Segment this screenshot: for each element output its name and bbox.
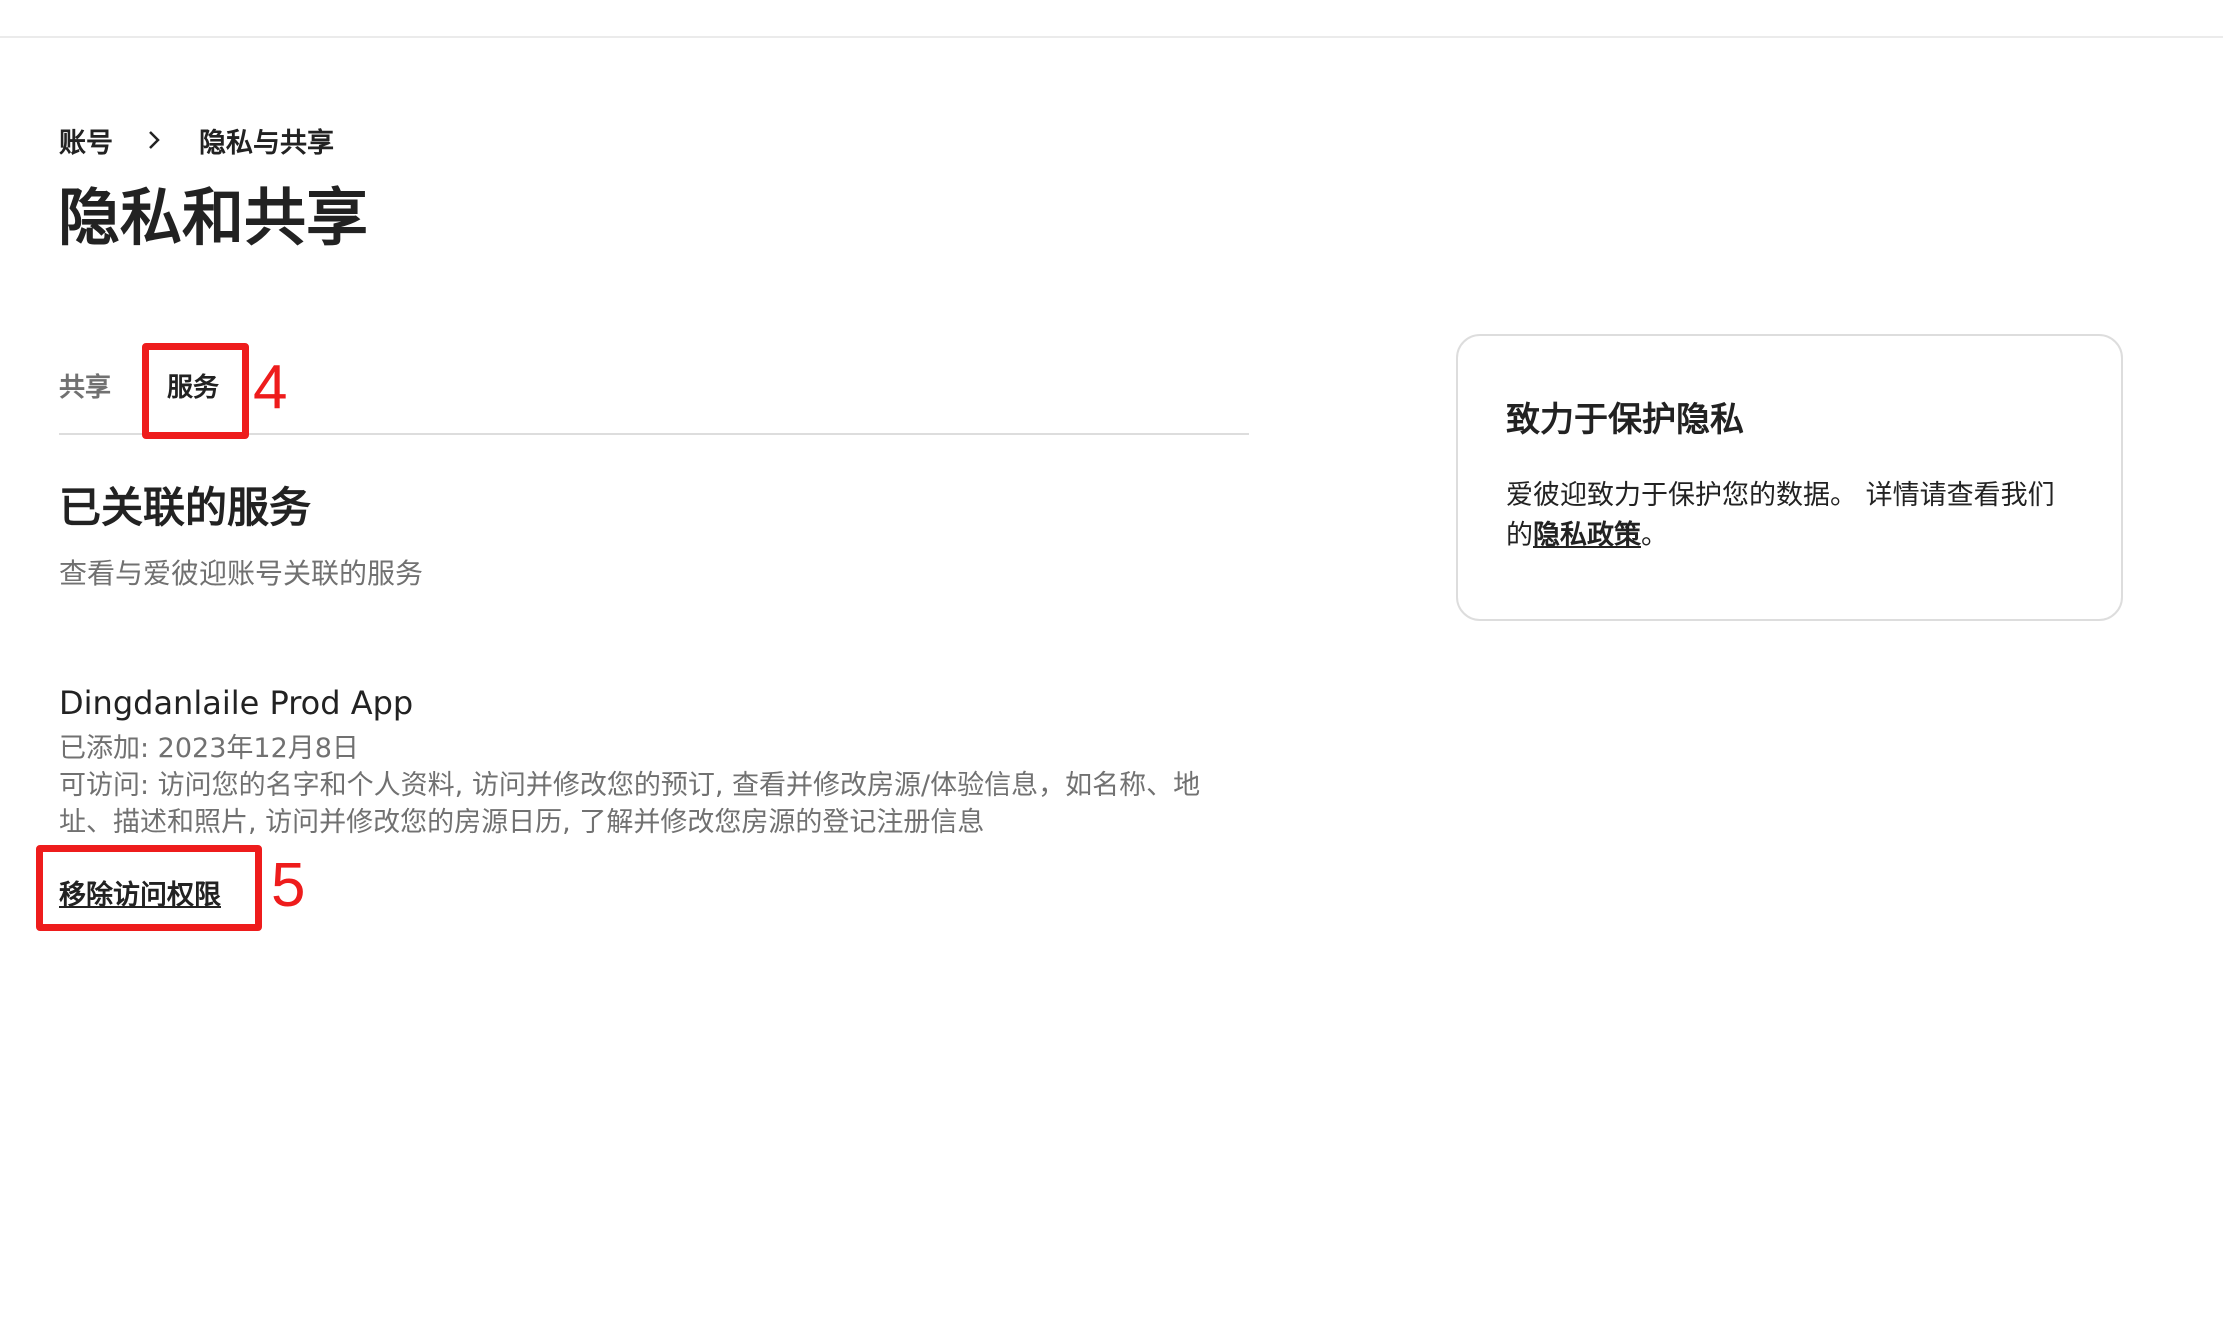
tab-share[interactable]: 共享 bbox=[59, 367, 111, 404]
page-title: 隐私和共享 bbox=[58, 181, 369, 254]
privacy-commitment-card: 致力于保护隐私 爱彼迎致力于保护您的数据。 详情请查看我们 的隐私政策。 bbox=[1456, 334, 2123, 621]
top-bar bbox=[0, 0, 2223, 38]
chevron-right-icon bbox=[147, 129, 161, 151]
service-access-line-2: 址、描述和照片, 访问并修改您的房源日历, 了解并修改您房源的登记注册信息 bbox=[59, 807, 985, 838]
remove-access-button[interactable]: 移除访问权限 bbox=[59, 873, 221, 912]
section-title: 已关联的服务 bbox=[59, 483, 312, 532]
connected-service-item: Dingdanlaile Prod App 已添加: 2023年12月8日 可访… bbox=[59, 680, 1249, 841]
card-text: 爱彼迎致力于保护您的数据。 详情请查看我们 的隐私政策。 bbox=[1506, 476, 2086, 556]
tab-bar: 共享 服务 bbox=[59, 345, 1249, 435]
privacy-policy-link[interactable]: 隐私政策 bbox=[1533, 520, 1641, 551]
section-subtitle: 查看与爱彼迎账号关联的服务 bbox=[59, 557, 424, 590]
card-text-line-2: 的隐私政策。 bbox=[1506, 516, 2086, 556]
card-text-suffix: 。 bbox=[1641, 520, 1668, 551]
card-title: 致力于保护隐私 bbox=[1506, 400, 1744, 440]
breadcrumb-current: 隐私与共享 bbox=[199, 127, 334, 159]
card-text-prefix: 的 bbox=[1506, 520, 1533, 551]
breadcrumb-account-link[interactable]: 账号 bbox=[59, 121, 113, 160]
card-text-line-1: 爱彼迎致力于保护您的数据。 详情请查看我们 bbox=[1506, 480, 2055, 511]
annotation-number-4: 4 bbox=[253, 353, 288, 422]
service-added-date: 已添加: 2023年12月8日 bbox=[59, 733, 359, 764]
service-name: Dingdanlaile Prod App bbox=[59, 684, 414, 722]
service-access-line-1: 可访问: 访问您的名字和个人资料, 访问并修改您的预订, 查看并修改房源/体验信… bbox=[59, 770, 1201, 801]
annotation-number-5: 5 bbox=[271, 851, 306, 920]
tab-services[interactable]: 服务 bbox=[167, 367, 219, 404]
breadcrumb: 账号 隐私与共享 bbox=[59, 120, 334, 160]
